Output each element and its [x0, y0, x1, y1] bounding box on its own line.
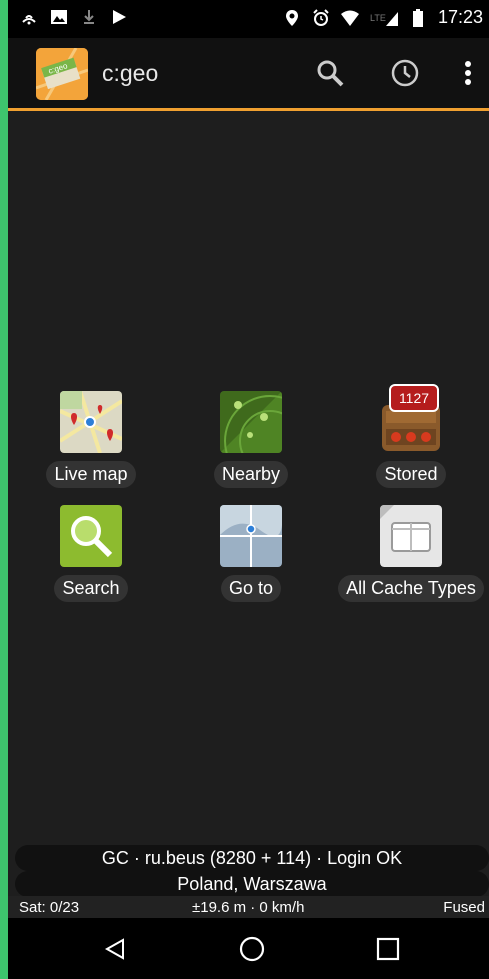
app-logo-icon: c:geo — [36, 48, 88, 100]
live-map-icon — [60, 391, 122, 453]
tile-search-label: Search — [54, 575, 128, 602]
clock: 17:23 — [437, 7, 483, 27]
nearby-radar-icon — [220, 391, 282, 453]
tile-search[interactable]: Search — [16, 499, 166, 609]
search-icon — [317, 60, 344, 87]
go-to-map-icon — [220, 505, 282, 567]
battery-icon — [409, 8, 427, 27]
login-status: GC · ru.beus (8280 + 114) · Login OK — [15, 845, 489, 871]
stored-count-badge: 1127 — [389, 384, 439, 412]
recents-icon — [376, 937, 400, 961]
back-icon — [104, 938, 124, 960]
tile-live-map-label: Live map — [46, 461, 136, 488]
nfc-icon — [20, 8, 38, 26]
download-icon — [80, 8, 98, 26]
screen: LTE 17:23 c:geo c:geo Live map Nearby St… — [8, 0, 489, 979]
satellites-label: Sat: 0/23 — [19, 899, 80, 916]
tile-nearby-label: Nearby — [213, 461, 289, 488]
tile-all-cache-types-label: All Cache Types — [338, 575, 484, 602]
back-button[interactable] — [98, 932, 132, 966]
status-bar: LTE 17:23 — [8, 0, 489, 38]
tile-live-map[interactable]: Live map — [16, 385, 166, 495]
app-bar: c:geo c:geo — [8, 38, 489, 111]
image-icon — [50, 8, 68, 26]
search-button[interactable] — [313, 56, 347, 90]
history-button[interactable] — [388, 56, 422, 90]
history-icon — [391, 59, 419, 87]
app-logo: c:geo — [36, 48, 88, 100]
alarm-icon — [312, 8, 330, 27]
navigation-bar — [8, 918, 489, 979]
tile-all-cache-types[interactable]: All Cache Types — [336, 499, 486, 609]
home-button[interactable] — [235, 932, 269, 966]
location-icon — [283, 9, 301, 27]
overflow-menu-button[interactable] — [451, 56, 485, 90]
all-cache-types-icon — [380, 505, 442, 567]
tile-stored-label: Stored — [376, 461, 446, 488]
status-bar-left — [20, 8, 128, 26]
signal-icon: LTE — [370, 9, 398, 27]
tile-go-to-label: Go to — [220, 575, 282, 602]
status-bar-right: LTE 17:23 — [283, 7, 483, 28]
search-magnifier-icon — [60, 505, 122, 567]
app-title: c:geo — [102, 60, 159, 86]
provider-label: Fused — [443, 899, 485, 916]
recents-button[interactable] — [371, 932, 405, 966]
wifi-icon — [340, 9, 359, 27]
play-store-icon — [110, 8, 128, 26]
overflow-menu-icon — [465, 61, 471, 85]
tile-go-to[interactable]: Go to — [176, 499, 326, 609]
gps-status-line: Sat: 0/23 ±19.6 m · 0 km/h Fused — [8, 896, 489, 918]
location-label: Poland, Warszawa — [15, 871, 489, 897]
accuracy-speed-label: ±19.6 m · 0 km/h — [192, 899, 305, 916]
tile-nearby[interactable]: Nearby — [176, 385, 326, 495]
home-icon — [239, 936, 265, 962]
